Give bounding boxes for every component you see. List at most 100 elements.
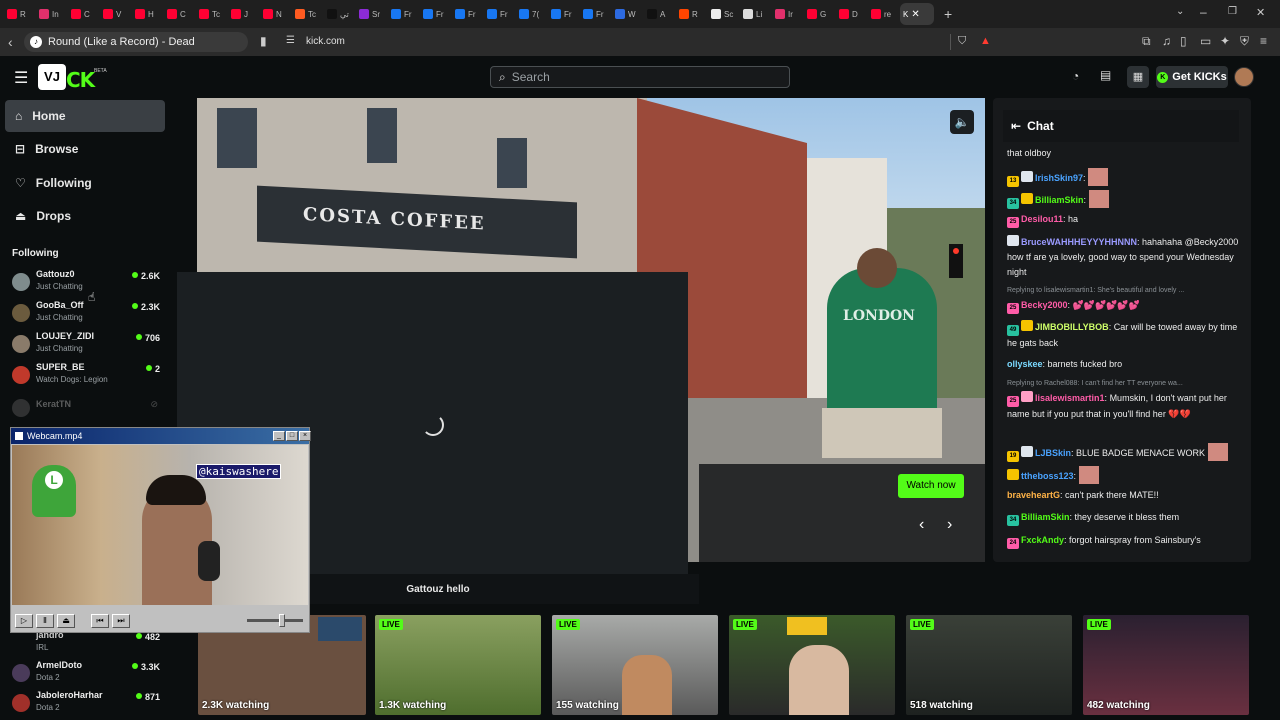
avatar[interactable] — [1234, 67, 1254, 87]
volume-button[interactable]: 🔈 — [950, 110, 974, 134]
browser-tab[interactable]: H — [132, 3, 160, 25]
browser-tab[interactable]: Fr — [548, 3, 576, 25]
chat-collapse-icon[interactable]: ⇤ — [1011, 119, 1021, 133]
play-button[interactable]: ▷ — [15, 614, 33, 628]
player-minimize-button[interactable]: _ — [273, 431, 285, 441]
browser-tab[interactable]: Tc — [292, 3, 320, 25]
browser-tab[interactable]: In — [36, 3, 64, 25]
browser-tab[interactable]: Fr — [452, 3, 480, 25]
restore-icon[interactable]: ❐ — [1228, 6, 1237, 17]
carousel-next-icon[interactable]: › — [947, 516, 952, 534]
window-close-icon[interactable]: ✕ — [1256, 6, 1265, 19]
browser-tab[interactable]: G — [804, 3, 832, 25]
browser-tab[interactable]: تي — [324, 3, 352, 25]
vpn-icon[interactable]: ⛨ — [1240, 35, 1249, 47]
minimize-icon[interactable]: – — [1200, 5, 1207, 19]
chat-message: 25 lisalewismartin1: Mumskin, I don't wan… — [1007, 391, 1227, 419]
tab-label: Ir — [788, 9, 793, 19]
browser-tab[interactable]: Ir — [772, 3, 800, 25]
browser-tab[interactable]: R — [676, 3, 704, 25]
stream-thumbnail[interactable]: LIVE — [729, 615, 895, 715]
stream-thumbnail[interactable]: LIVE 155 watching — [552, 615, 718, 715]
following-item[interactable]: GooBa_Off Just Chatting 2.3K — [12, 300, 160, 328]
stream-thumbnail[interactable]: LIVE 518 watching — [906, 615, 1072, 715]
browser-tab[interactable]: Sc — [708, 3, 736, 25]
player-maximize-button[interactable]: □ — [286, 431, 298, 441]
back-icon[interactable]: ‹ — [8, 35, 13, 49]
next-button[interactable]: ⏭ — [112, 614, 130, 628]
sidebar-item-following[interactable]: ♡ Following — [5, 167, 165, 199]
player-title-bar[interactable]: Webcam.mp4 — [11, 428, 309, 444]
carousel-prev-icon[interactable]: ‹ — [919, 516, 924, 534]
active-tab[interactable]: K ✕ — [900, 3, 934, 25]
browser-tab[interactable]: Fr — [388, 3, 416, 25]
media-icon[interactable]: ♫ — [1162, 35, 1171, 47]
extensions-icon[interactable]: ⧉ — [1142, 35, 1151, 47]
browser-tab[interactable]: Fr — [484, 3, 512, 25]
browser-tab[interactable]: 7( — [516, 3, 544, 25]
browser-tab[interactable]: Sr — [356, 3, 384, 25]
notifications-icon[interactable]: ◔ — [1072, 69, 1079, 83]
browser-tab[interactable]: re — [868, 3, 896, 25]
browser-tab[interactable]: C — [68, 3, 96, 25]
volume-slider[interactable] — [247, 614, 303, 627]
watching-count: 482 watching — [1087, 700, 1150, 711]
close-icon[interactable]: ✕ — [911, 9, 919, 20]
stream-thumbnail[interactable]: LIVE 1.3K watching — [375, 615, 541, 715]
viewer-count: 2.3K — [132, 302, 160, 312]
following-item[interactable]: SUPER_BE Watch Dogs: Legion 2 — [12, 362, 160, 390]
menu-icon[interactable]: ≡ — [1260, 35, 1267, 47]
browser-tab[interactable]: J — [228, 3, 256, 25]
bookmark-icon[interactable]: ▮ — [260, 35, 267, 47]
kick-logo[interactable]: VJ CK BETA — [38, 64, 108, 92]
dashboard-button[interactable]: ▦ — [1127, 66, 1149, 88]
sidebar-item-drops[interactable]: ⏏ Drops — [5, 200, 165, 232]
browser-tab[interactable]: Li — [740, 3, 768, 25]
following-item-offline[interactable]: KeratTN ⊘ — [12, 395, 160, 423]
sidebar-icon[interactable]: ▯ — [1180, 35, 1187, 47]
tab-label: Fr — [404, 9, 412, 19]
player-close-button[interactable]: × — [299, 431, 311, 441]
stream-thumbnail[interactable]: LIVE 482 watching — [1083, 615, 1249, 715]
brave-shield-icon[interactable]: ⛉ — [958, 35, 966, 48]
site-info-icon[interactable]: ☰ — [286, 36, 295, 46]
hamburger-icon[interactable]: ☰ — [14, 68, 28, 88]
new-tab-icon[interactable]: + — [944, 6, 952, 22]
chat-message: braveheartG: can't park there MATE!! — [1007, 490, 1159, 500]
drops-icon: ⏏ — [15, 209, 27, 223]
browser-tab[interactable]: Fr — [420, 3, 448, 25]
url-text[interactable]: kick.com — [306, 36, 345, 47]
following-item[interactable]: LOUJEY_ZIDI Just Chatting 706 — [12, 331, 160, 359]
browser-tab[interactable]: C — [164, 3, 192, 25]
sidebar-item-home[interactable]: ⌂ Home — [5, 100, 165, 132]
sparkle-icon[interactable]: ✦ — [1220, 35, 1230, 47]
browser-tab[interactable]: A — [644, 3, 672, 25]
browser-tab[interactable]: W — [612, 3, 640, 25]
media-player-window[interactable]: Webcam.mp4 _ □ × L @kaiswashere ▷ Ⅱ ⏏ ⏮ … — [10, 427, 311, 633]
tab-list-chevron-icon[interactable]: ⌄ — [1176, 6, 1184, 17]
following-item[interactable]: JaboleroHarhar Dota 2 871 — [12, 690, 160, 718]
following-item[interactable]: ArmelDoto Dota 2 3.3K — [12, 660, 160, 688]
browser-tab[interactable]: N — [260, 3, 288, 25]
get-kicks-button[interactable]: K Get KICKs — [1156, 66, 1228, 88]
sidebar-item-browse[interactable]: ⊟ Browse — [5, 133, 165, 165]
sidebar-item-label: Browse — [35, 142, 79, 156]
pause-button[interactable]: Ⅱ — [36, 614, 54, 628]
rewards-icon[interactable]: ▲ — [980, 35, 991, 47]
previous-button[interactable]: ⏮ — [91, 614, 109, 628]
stop-button[interactable]: ⏏ — [57, 614, 75, 628]
tab-favicon-icon — [487, 9, 497, 19]
browser-tab[interactable]: Fr — [580, 3, 608, 25]
watch-now-button[interactable]: Watch now — [898, 474, 964, 498]
theatre-mode-icon[interactable]: ▤ — [1100, 68, 1111, 82]
browser-tab[interactable]: D — [836, 3, 864, 25]
search-input[interactable]: ⌕ Search — [490, 66, 790, 88]
following-item[interactable]: Gattouz0 Just Chatting 2.6K — [12, 269, 160, 297]
wallet-icon[interactable]: ▭ — [1200, 35, 1211, 47]
browser-tab[interactable]: R — [4, 3, 32, 25]
media-title-pill[interactable]: ♪ Round (Like a Record) - Dead — [24, 32, 248, 52]
browser-tab[interactable]: Tc — [196, 3, 224, 25]
following-item[interactable]: jandro IRL 482 — [12, 630, 160, 658]
volume-thumb[interactable] — [279, 614, 285, 627]
browser-tab[interactable]: V — [100, 3, 128, 25]
